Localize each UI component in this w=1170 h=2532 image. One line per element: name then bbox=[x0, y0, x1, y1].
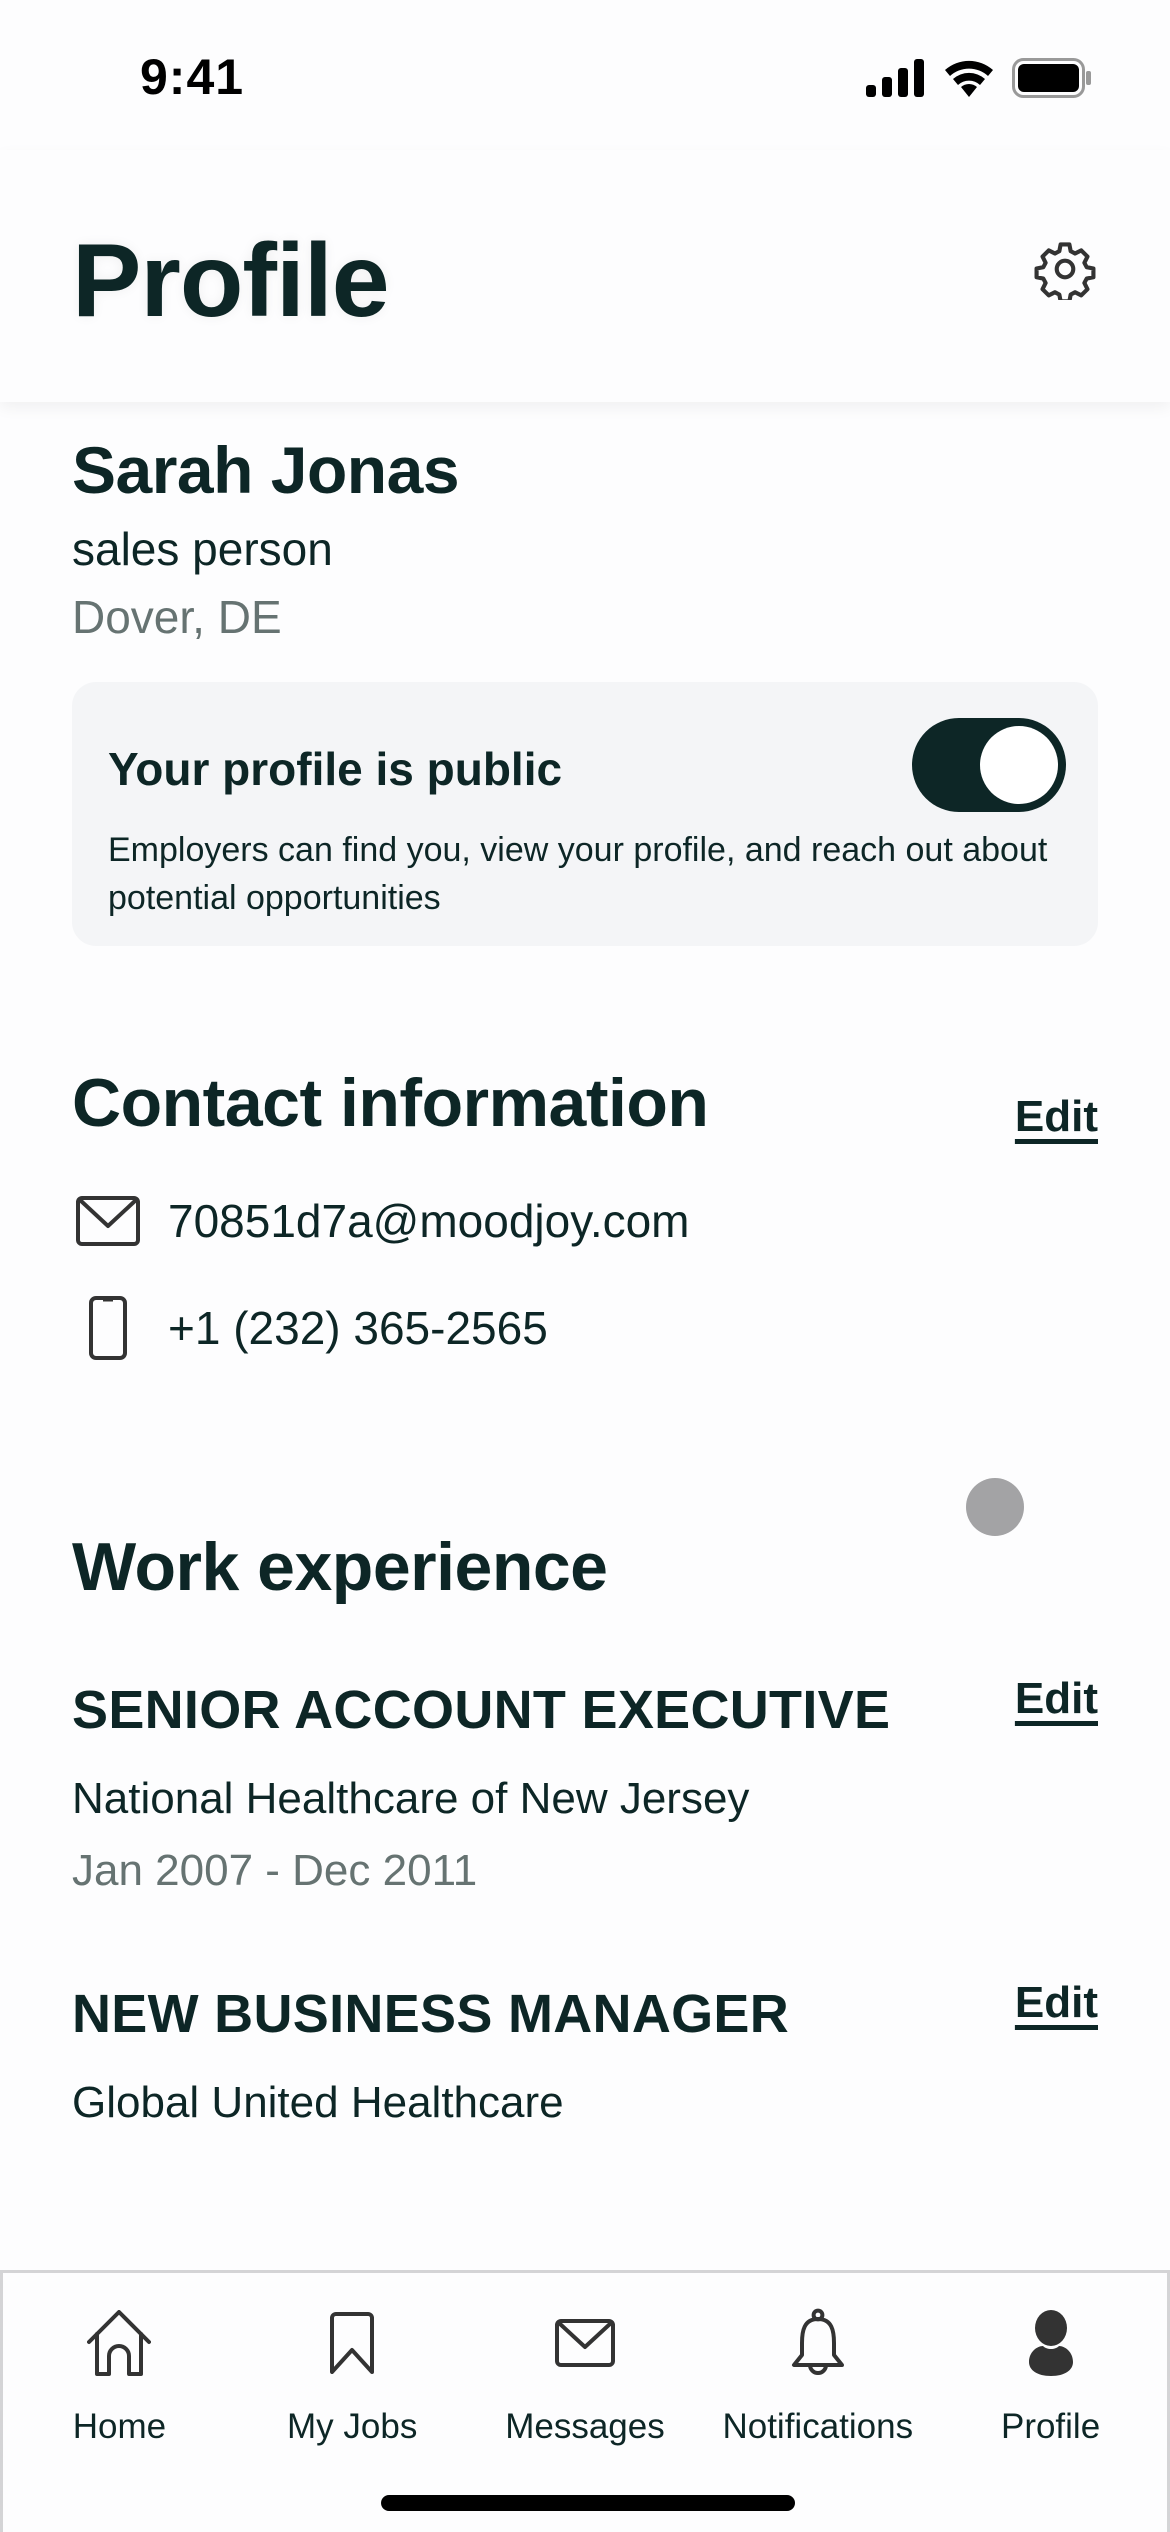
tab-profile[interactable]: Profile bbox=[934, 2303, 1167, 2447]
contact-email: 70851d7a@moodjoy.com bbox=[168, 1195, 690, 1247]
status-time: 9:41 bbox=[140, 49, 245, 105]
job-title: SENIOR ACCOUNT EXECUTIVE bbox=[72, 1680, 891, 1740]
job-dates: Jan 2007 - Dec 2011 bbox=[72, 1846, 478, 1895]
home-icon bbox=[87, 2303, 152, 2383]
status-icons bbox=[866, 58, 1092, 103]
bookmark-icon bbox=[328, 2303, 376, 2383]
contact-phone: +1 (232) 365-2565 bbox=[168, 1302, 548, 1354]
edit-job-button[interactable]: Edit bbox=[1015, 1978, 1098, 2028]
status-bar: 9:41 bbox=[0, 0, 1170, 150]
tab-my-jobs[interactable]: My Jobs bbox=[236, 2303, 469, 2447]
toggle-knob bbox=[980, 726, 1058, 804]
cellular-signal-icon bbox=[866, 59, 926, 102]
job-company: Global United Healthcare bbox=[72, 2078, 564, 2127]
edit-job-button[interactable]: Edit bbox=[1015, 1674, 1098, 1724]
work-section-title: Work experience bbox=[72, 1529, 608, 1605]
visibility-description: Employers can find you, view your profil… bbox=[108, 831, 1048, 917]
contact-section-title: Contact information bbox=[72, 1065, 709, 1141]
work-experience-section: Work experience SENIOR ACCOUNT EXECUTIVE… bbox=[72, 1478, 1098, 2128]
tab-label: Profile bbox=[1000, 2407, 1101, 2446]
touch-indicator bbox=[966, 1478, 1024, 1536]
gear-icon bbox=[1034, 238, 1096, 305]
tab-label: My Jobs bbox=[287, 2407, 418, 2446]
profile-visibility-card: Your profile is public Employers can fin… bbox=[72, 682, 1098, 946]
job-item: NEW BUSINESS MANAGER Edit Global United … bbox=[72, 1978, 1098, 2128]
battery-icon bbox=[1012, 58, 1092, 103]
tab-label: Messages bbox=[505, 2407, 665, 2446]
tab-label: Home bbox=[72, 2407, 167, 2446]
wifi-icon bbox=[944, 59, 994, 102]
public-profile-toggle[interactable] bbox=[912, 718, 1066, 812]
contact-email-row[interactable]: 70851d7a@moodjoy.com bbox=[72, 1194, 1098, 1248]
user-location: Dover, DE bbox=[72, 591, 282, 643]
job-item: SENIOR ACCOUNT EXECUTIVE Edit National H… bbox=[72, 1674, 1098, 1896]
phone-icon bbox=[72, 1296, 144, 1360]
user-name: Sarah Jonas bbox=[72, 433, 460, 507]
job-company: National Healthcare of New Jersey bbox=[72, 1774, 750, 1823]
tab-home[interactable]: Home bbox=[3, 2303, 236, 2447]
edit-contact-button[interactable]: Edit bbox=[1015, 1092, 1098, 1142]
tab-notifications[interactable]: Notifications bbox=[701, 2303, 934, 2447]
contact-phone-row[interactable]: +1 (232) 365-2565 bbox=[72, 1296, 1098, 1360]
envelope-icon bbox=[554, 2303, 615, 2383]
job-title: NEW BUSINESS MANAGER bbox=[72, 1984, 790, 2044]
profile-content: Sarah Jonas sales person Dover, DE Your … bbox=[72, 402, 1098, 2128]
bottom-tab-bar: Home My Jobs Messages Notifications Prof… bbox=[0, 2270, 1170, 2532]
person-icon bbox=[1023, 2303, 1079, 2383]
envelope-icon bbox=[72, 1196, 144, 1246]
page-title: Profile bbox=[72, 223, 390, 339]
home-indicator[interactable] bbox=[381, 2495, 795, 2511]
bell-icon bbox=[790, 2303, 846, 2383]
contact-section: Contact information Edit 70851d7a@moodjo… bbox=[72, 1064, 1098, 1360]
tab-messages[interactable]: Messages bbox=[469, 2303, 702, 2447]
tab-label: Notifications bbox=[722, 2407, 914, 2446]
page-header: Profile bbox=[0, 150, 1170, 402]
settings-button[interactable] bbox=[1032, 238, 1098, 304]
user-job-title: sales person bbox=[72, 523, 333, 575]
